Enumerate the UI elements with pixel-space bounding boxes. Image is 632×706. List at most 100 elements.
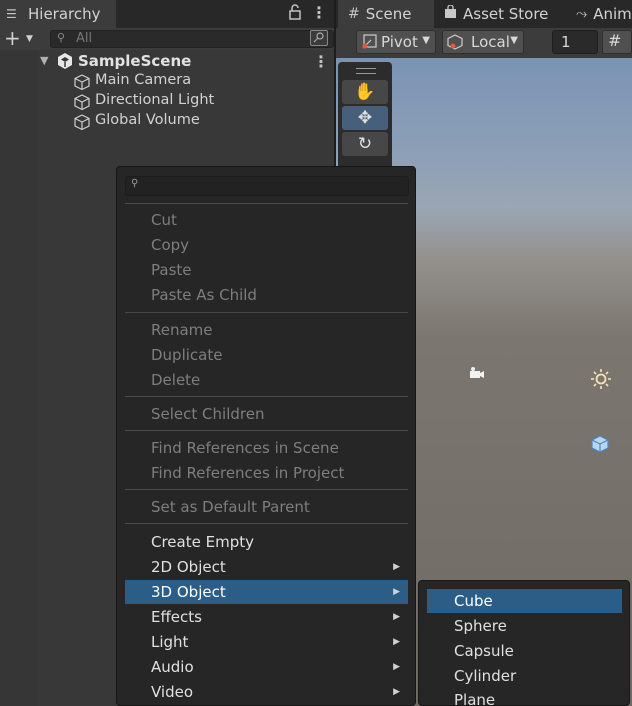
- tab-asset-store-label: Asset Store: [463, 5, 549, 23]
- menu-item-label: 2D Object: [151, 558, 226, 576]
- menu-item-label: Video: [151, 683, 194, 701]
- menu-item-duplicate[interactable]: Duplicate: [125, 343, 408, 367]
- submenu-arrow-icon: ▶: [393, 662, 400, 672]
- menu-separator: [125, 312, 408, 313]
- tool-palette: ✋ ✥ ↻: [338, 62, 392, 172]
- submenu-arrow-icon: ▶: [393, 687, 400, 697]
- grid-size-field[interactable]: 1: [552, 30, 598, 54]
- menu-item-cut[interactable]: Cut: [125, 208, 408, 232]
- shopping-bag-icon: [444, 4, 457, 23]
- more-options-icon[interactable]: ⋮: [311, 3, 327, 23]
- submenu-item-cylinder[interactable]: Cylinder: [427, 664, 622, 688]
- foldout-arrow-icon[interactable]: ▼: [40, 54, 48, 67]
- submenu-item-cube[interactable]: Cube: [427, 589, 622, 613]
- hierarchy-list-icon: ☰: [6, 7, 17, 21]
- drag-handle[interactable]: [356, 68, 376, 74]
- menu-item-copy[interactable]: Copy: [125, 233, 408, 257]
- gameobject-cube-icon: [74, 74, 90, 91]
- move-tool-icon[interactable]: ✥: [342, 106, 388, 130]
- add-button[interactable]: + ▼: [4, 28, 40, 49]
- menu-search-input[interactable]: ⚲: [125, 176, 409, 196]
- tab-asset-store[interactable]: Asset Store: [440, 0, 548, 28]
- hierarchy-item-main-camera[interactable]: Main Camera: [0, 72, 334, 92]
- menu-item-create-empty[interactable]: Create Empty: [125, 530, 408, 554]
- menu-item-3d-object[interactable]: 3D Object ▶: [125, 580, 408, 604]
- scene-name: SampleScene: [78, 52, 192, 70]
- menu-item-paste[interactable]: Paste: [125, 258, 408, 282]
- submenu-item-capsule[interactable]: Capsule: [427, 639, 622, 663]
- menu-separator: [125, 203, 408, 204]
- context-menu: ⚲ Cut Copy Paste Paste As Child Rename D…: [116, 166, 416, 706]
- scene-toolbar: Pivot ▼ Local ▼ 1 #: [336, 28, 632, 58]
- submenu-arrow-icon: ▶: [393, 562, 400, 572]
- menu-item-find-references-in-project[interactable]: Find References in Project: [125, 461, 408, 485]
- menu-item-audio[interactable]: Audio ▶: [125, 655, 408, 679]
- scene-menu-icon[interactable]: ⋮: [313, 52, 329, 71]
- grid-snap-icon[interactable]: #: [602, 30, 632, 54]
- light-gizmo-icon[interactable]: [590, 368, 612, 390]
- animator-icon: ⤳: [576, 6, 588, 22]
- pivot-icon: [362, 34, 377, 49]
- search-placeholder: All: [76, 31, 93, 46]
- hierarchy-tab-bar: ☰ Hierarchy ⋮: [0, 0, 334, 28]
- tab-scene-label: Scene: [365, 5, 412, 23]
- search-icon: ⚲: [131, 178, 139, 189]
- chevron-down-icon: ▼: [510, 35, 518, 46]
- submenu-arrow-icon: ▶: [393, 612, 400, 622]
- menu-item-label: Audio: [151, 658, 194, 676]
- hierarchy-item-label: Main Camera: [95, 72, 192, 88]
- menu-item-video[interactable]: Video ▶: [125, 680, 408, 704]
- pivot-label: Pivot: [381, 33, 418, 51]
- menu-item-paste-as-child[interactable]: Paste As Child: [125, 283, 408, 307]
- hierarchy-item-directional-light[interactable]: Directional Light: [0, 92, 334, 112]
- tab-anim-label: Anim: [593, 5, 632, 23]
- hierarchy-search-input[interactable]: ⚲ All: [50, 30, 334, 48]
- submenu-arrow-icon: ▶: [393, 637, 400, 647]
- grid-icon: #: [348, 6, 360, 22]
- menu-item-2d-object[interactable]: 2D Object ▶: [125, 555, 408, 579]
- rotate-tool-icon[interactable]: ↻: [342, 132, 388, 156]
- menu-item-effects[interactable]: Effects ▶: [125, 605, 408, 629]
- search-by-type-button[interactable]: [310, 30, 328, 46]
- gameobject-cube-icon: [74, 114, 90, 131]
- camera-gizmo-icon[interactable]: [468, 366, 486, 382]
- tab-scene[interactable]: # Scene: [338, 0, 434, 28]
- lock-icon[interactable]: [288, 4, 304, 22]
- menu-separator: [125, 430, 408, 431]
- submenu-arrow-icon: ▶: [393, 587, 400, 597]
- unity-scene-icon: [58, 53, 72, 69]
- hierarchy-item-label: Directional Light: [95, 92, 215, 108]
- local-label: Local: [471, 33, 510, 51]
- chevron-down-icon: ▼: [26, 34, 33, 44]
- tab-animator[interactable]: ⤳ Anim: [576, 0, 632, 28]
- pivot-dropdown[interactable]: Pivot ▼: [356, 30, 436, 54]
- local-space-icon: [447, 34, 463, 50]
- menu-item-rename[interactable]: Rename: [125, 318, 408, 342]
- scene-tab-bar: # Scene Asset Store ⤳ Anim: [336, 0, 632, 28]
- tab-hierarchy[interactable]: ☰ Hierarchy: [0, 0, 116, 28]
- volume-gizmo-icon[interactable]: [590, 434, 610, 454]
- hierarchy-item-label: Global Volume: [95, 112, 200, 128]
- 3d-object-submenu: Cube Sphere Capsule Cylinder Plane: [418, 580, 630, 706]
- local-global-dropdown[interactable]: Local ▼: [442, 30, 524, 54]
- menu-separator: [125, 396, 408, 397]
- hand-tool-icon[interactable]: ✋: [342, 80, 388, 104]
- submenu-item-sphere[interactable]: Sphere: [427, 614, 622, 638]
- menu-separator: [125, 489, 408, 490]
- menu-item-label: Effects: [151, 608, 202, 626]
- hierarchy-toolbar: + ▼ ⚲ All: [0, 28, 334, 50]
- hierarchy-gutter: [0, 50, 38, 706]
- menu-item-select-children[interactable]: Select Children: [125, 402, 408, 426]
- scene-row[interactable]: ▼ SampleScene ⋮: [0, 52, 334, 72]
- menu-item-label: Light: [151, 633, 189, 651]
- hierarchy-item-global-volume[interactable]: Global Volume: [0, 112, 334, 132]
- menu-separator: [125, 523, 408, 524]
- menu-item-set-as-default-parent[interactable]: Set as Default Parent: [125, 495, 408, 519]
- gameobject-cube-icon: [74, 94, 90, 111]
- search-icon: ⚲: [57, 31, 66, 44]
- menu-item-delete[interactable]: Delete: [125, 368, 408, 392]
- menu-item-light[interactable]: Light ▶: [125, 630, 408, 654]
- menu-item-find-references-in-scene[interactable]: Find References in Scene: [125, 436, 408, 460]
- submenu-item-plane[interactable]: Plane: [427, 688, 622, 706]
- chevron-down-icon: ▼: [422, 35, 430, 46]
